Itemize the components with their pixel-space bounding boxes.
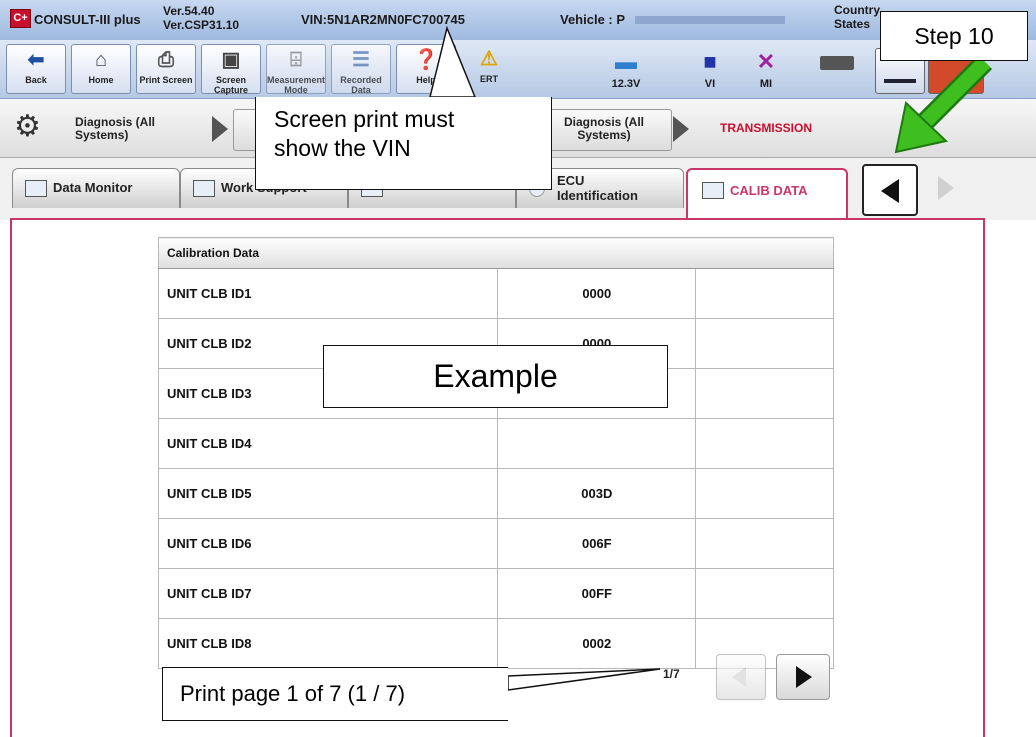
vin-note-line2: show the VIN (274, 135, 411, 161)
vin-note-callout: Screen print must show the VIN (255, 97, 552, 190)
vin-callout-pointer (429, 25, 477, 98)
example-callout: Example (323, 345, 668, 408)
vin-note-line1: Screen print must (274, 106, 455, 132)
print-page-callout: Print page 1 of 7 (1 / 7) (162, 667, 508, 721)
print-callout-pointer (507, 668, 661, 691)
step-10-callout: Step 10 (880, 11, 1028, 61)
green-arrow-icon (894, 54, 993, 154)
